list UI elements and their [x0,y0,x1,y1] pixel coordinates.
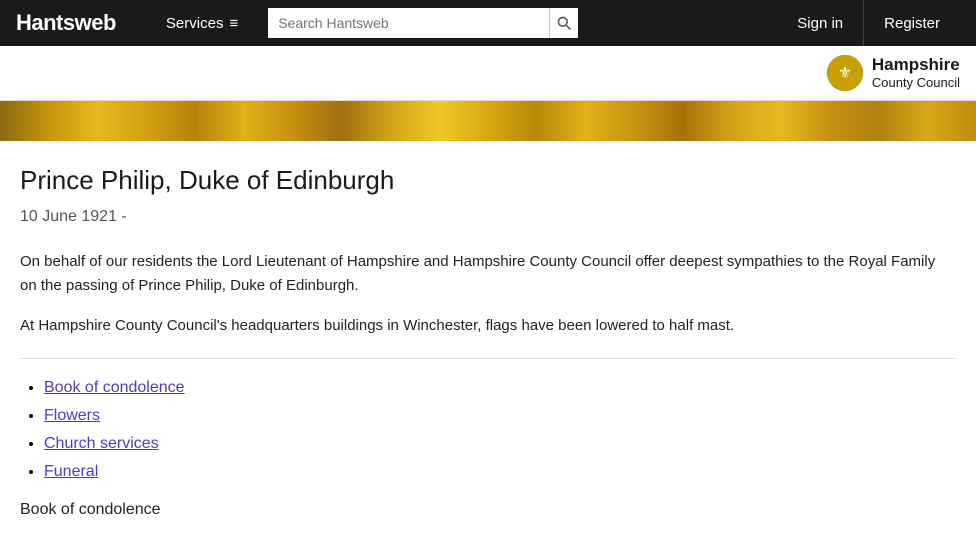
search-icon [556,15,572,31]
section-footer-title: Book of condolence [20,501,956,519]
search-bar [268,8,578,38]
list-item: Book of condolence [44,379,956,397]
svg-text:⚜: ⚜ [838,65,852,82]
services-menu[interactable]: Services ≡ [156,0,248,46]
site-logo[interactable]: Hantsweb [16,10,116,36]
council-logo: ⚜ Hampshire County Council [826,54,960,92]
council-name-line1: Hampshire [872,55,960,75]
council-name-line2: County Council [872,75,960,91]
link-funeral[interactable]: Funeral [44,463,98,480]
site-header: Hantsweb Services ≡ Sign in Register [0,0,976,46]
page-title: Prince Philip, Duke of Edinburgh [20,165,956,196]
council-crest-icon: ⚜ [826,54,864,92]
list-item: Flowers [44,407,956,425]
council-bar: ⚜ Hampshire County Council [0,46,976,101]
hero-image [0,101,976,141]
list-item: Funeral [44,463,956,481]
services-label: Services [166,15,224,32]
page-links-list: Book of condolence Flowers Church services… [20,379,956,481]
auth-buttons: Sign in Register [777,0,960,46]
page-body: On behalf of our residents the Lord Lieu… [20,250,956,338]
council-logo-text: Hampshire County Council [872,55,960,91]
search-input[interactable] [268,8,549,38]
main-content: Prince Philip, Duke of Edinburgh 10 June… [0,141,976,549]
list-item: Church services [44,435,956,453]
search-button[interactable] [549,8,578,38]
register-button[interactable]: Register [863,0,960,46]
body-paragraph-1: On behalf of our residents the Lord Lieu… [20,250,956,298]
link-church-services[interactable]: Church services [44,435,159,452]
services-menu-icon: ≡ [229,15,238,32]
divider [20,358,956,359]
sign-in-button[interactable]: Sign in [777,0,863,46]
link-book-of-condolence[interactable]: Book of condolence [44,379,185,396]
page-dates: 10 June 1921 - [20,208,956,226]
body-paragraph-2: At Hampshire County Council's headquarte… [20,314,956,338]
link-flowers[interactable]: Flowers [44,407,100,424]
